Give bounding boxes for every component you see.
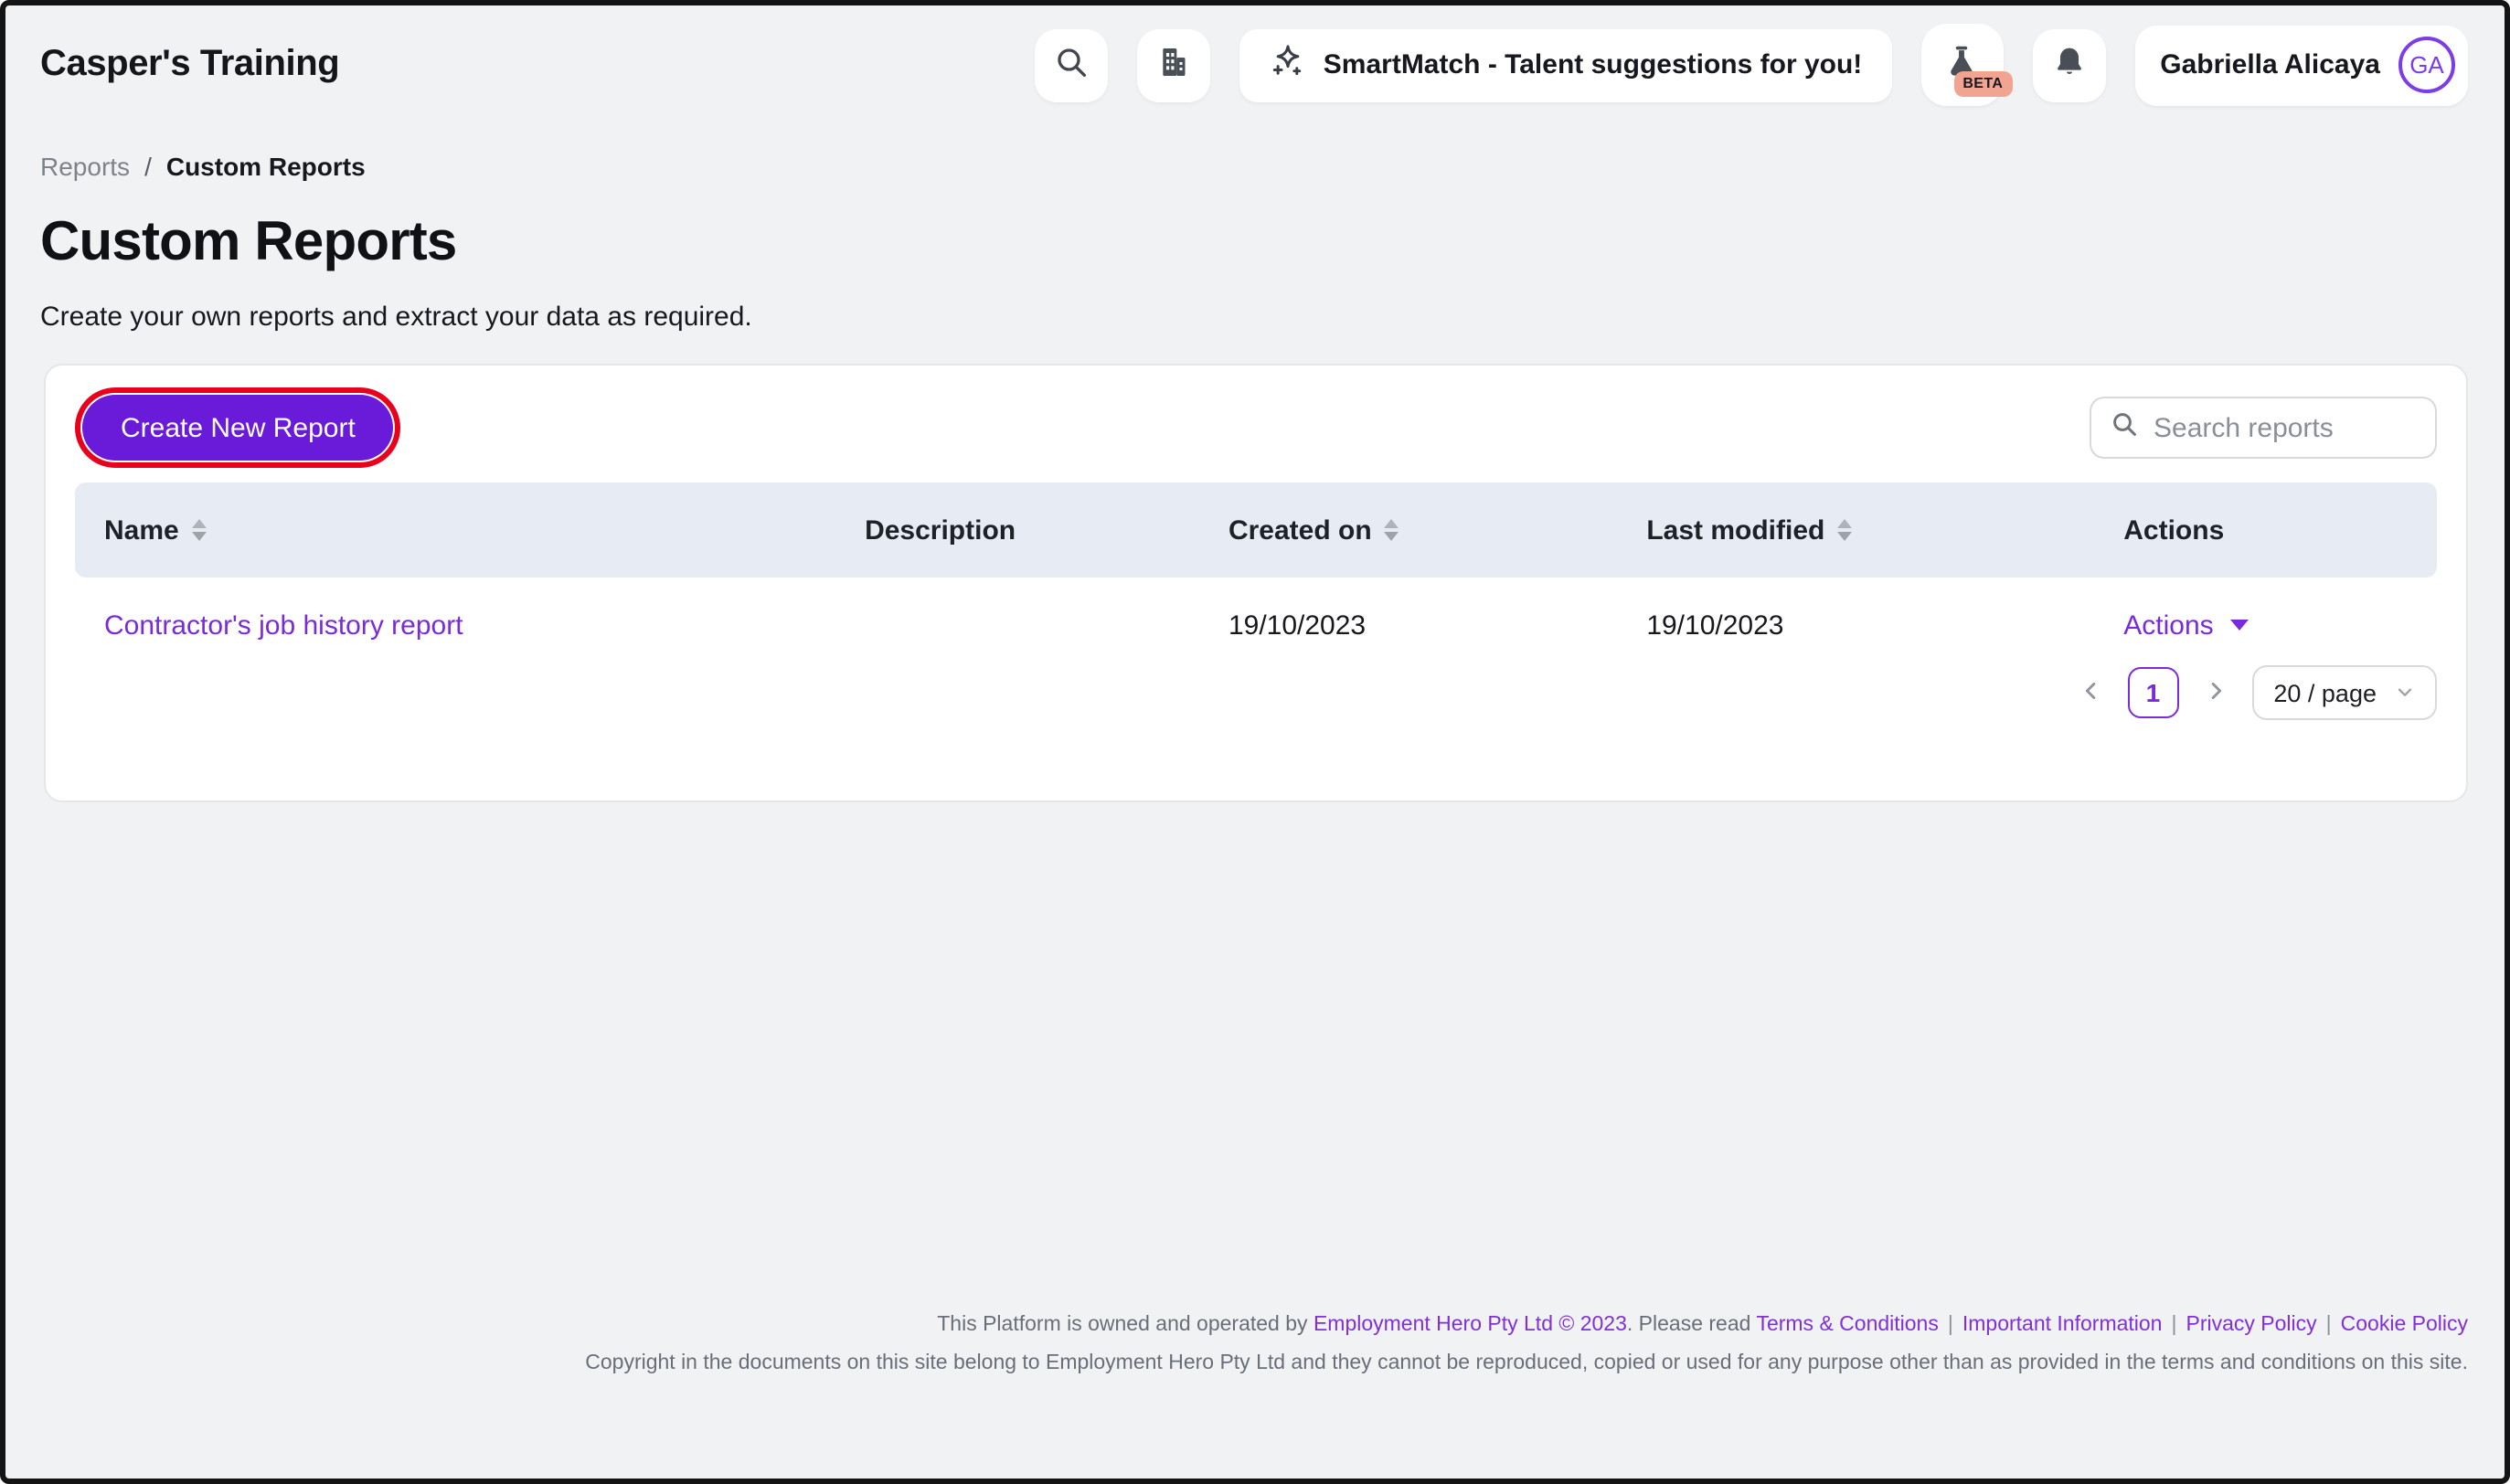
triangle-down-icon [2230, 620, 2249, 631]
page-number-button[interactable]: 1 [2127, 667, 2178, 718]
smartmatch-label: SmartMatch - Talent suggestions for you! [1324, 49, 1863, 80]
row-actions-dropdown[interactable]: Actions [2123, 610, 2248, 641]
report-name-link[interactable]: Contractor's job history report [104, 610, 463, 641]
breadcrumb-separator: / [144, 152, 152, 181]
search-reports-input[interactable] [2154, 412, 2417, 443]
breadcrumb: Reports / Custom Reports [40, 152, 2505, 181]
company-link[interactable]: Employment Hero Pty Ltd © 2023 [1313, 1314, 1627, 1336]
top-bar: Casper's Training [5, 5, 2505, 106]
report-last-modified-cell: 19/10/2023 [1617, 578, 2094, 673]
beta-badge: BETA [1953, 71, 2012, 97]
breadcrumb-current: Custom Reports [166, 152, 366, 181]
page-title: Custom Reports [40, 212, 2505, 274]
sort-icon [1837, 519, 1852, 541]
footer-separator: | [1948, 1314, 1953, 1336]
user-name: Gabriella Alicaya [2160, 49, 2380, 80]
footer-line1: This Platform is owned and operated by E… [585, 1314, 2468, 1336]
column-header-actions: Actions [2094, 482, 2437, 578]
terms-link[interactable]: Terms & Conditions [1756, 1314, 1938, 1336]
avatar: GA [2398, 37, 2455, 93]
sparkles-icon [1269, 42, 1307, 88]
card-toolbar: Create New Report [75, 395, 2437, 461]
page-subtitle: Create your own reports and extract your… [40, 302, 2505, 333]
notifications-button[interactable] [2032, 28, 2105, 101]
bell-icon [2050, 44, 2087, 86]
page-size-select[interactable]: 20 / page [2251, 665, 2437, 720]
search-icon [1053, 44, 1090, 86]
chevron-down-icon [2395, 679, 2415, 706]
sort-icon [192, 519, 207, 541]
topbar-actions: SmartMatch - Talent suggestions for you!… [1035, 24, 2468, 106]
pagination: 1 20 / page [2074, 665, 2437, 720]
column-label: Name [104, 514, 179, 546]
column-label: Description [865, 514, 1016, 546]
column-header-last-modified[interactable]: Last modified [1617, 482, 2094, 578]
search-icon [2110, 408, 2139, 447]
search-reports-box [2090, 397, 2437, 459]
privacy-policy-link[interactable]: Privacy Policy [2186, 1314, 2317, 1336]
reports-card: Create New Report Name Description [44, 364, 2468, 802]
reports-table: Name Description Created on Last modifie… [75, 482, 2437, 673]
table-row: Contractor's job history report 19/10/20… [75, 578, 2437, 673]
cookie-policy-link[interactable]: Cookie Policy [2341, 1314, 2468, 1336]
building-icon [1155, 44, 1192, 86]
chevron-right-icon [2202, 677, 2228, 708]
next-page-button[interactable] [2198, 673, 2231, 712]
footer: This Platform is owned and operated by E… [585, 1314, 2468, 1374]
important-information-link[interactable]: Important Information [1962, 1314, 2163, 1336]
column-header-created-on[interactable]: Created on [1199, 482, 1617, 578]
column-header-description: Description [835, 482, 1199, 578]
column-header-name[interactable]: Name [75, 482, 835, 578]
column-label: Actions [2123, 514, 2224, 546]
column-label: Last modified [1646, 514, 1824, 546]
app-window: Casper's Training [0, 0, 2510, 1484]
report-created-on-cell: 19/10/2023 [1199, 578, 1617, 673]
footer-line2: Copyright in the documents on this site … [585, 1352, 2468, 1374]
chevron-left-icon [2078, 677, 2103, 708]
footer-text: This Platform is owned and operated by [937, 1314, 1313, 1336]
actions-label: Actions [2123, 610, 2213, 641]
footer-separator: | [2172, 1314, 2177, 1336]
user-menu-button[interactable]: Gabriella Alicaya GA [2134, 25, 2468, 105]
footer-separator: | [2326, 1314, 2332, 1336]
table-header-row: Name Description Created on Last modifie… [75, 482, 2437, 578]
footer-text: . Please read [1627, 1314, 1757, 1336]
labs-button[interactable]: BETA [1920, 24, 2003, 106]
sort-icon [1385, 519, 1399, 541]
column-label: Created on [1228, 514, 1372, 546]
page-size-value: 20 / page [2273, 679, 2377, 706]
org-title: Casper's Training [40, 44, 339, 86]
previous-page-button[interactable] [2074, 673, 2107, 712]
report-description-cell [835, 578, 1199, 673]
create-new-report-button[interactable]: Create New Report [82, 395, 394, 461]
smartmatch-button[interactable]: SmartMatch - Talent suggestions for you! [1239, 28, 1892, 101]
global-search-button[interactable] [1035, 28, 1108, 101]
company-switcher-button[interactable] [1137, 28, 1210, 101]
breadcrumb-reports[interactable]: Reports [40, 152, 130, 181]
